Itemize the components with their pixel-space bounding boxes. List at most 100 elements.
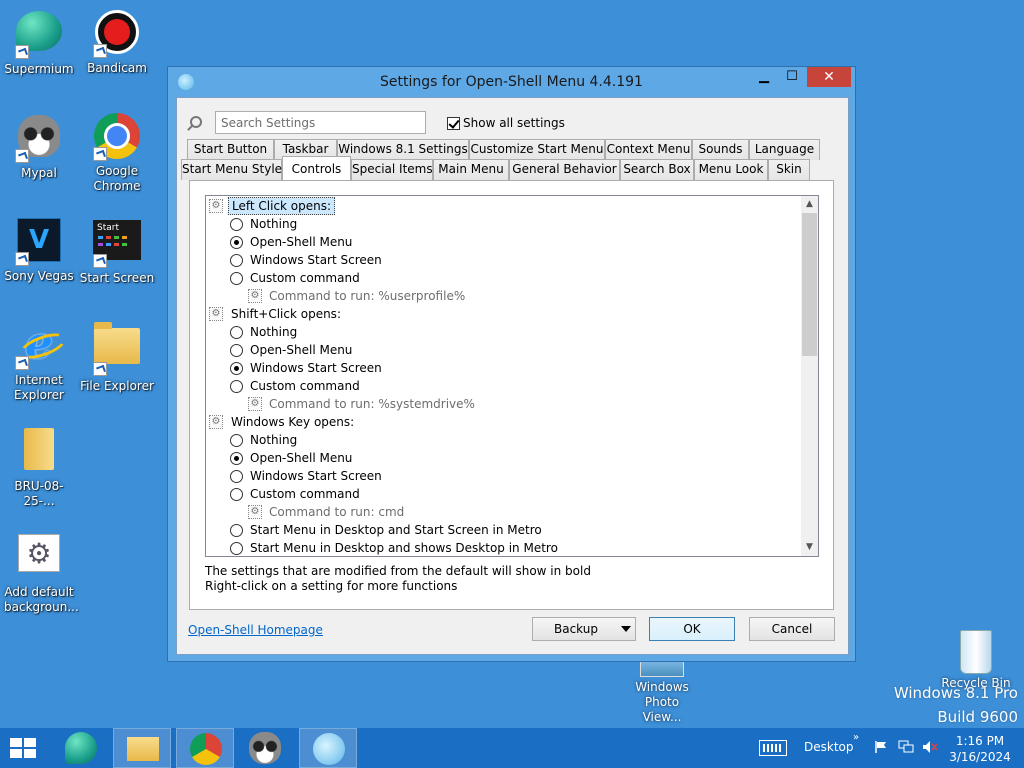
toolbar-overflow-icon[interactable]: » [853,732,859,743]
tab-start-menu-style[interactable]: Start Menu Style [181,159,282,180]
radio-label: Custom command [250,487,360,501]
radio-button-icon[interactable] [230,452,243,465]
desktop-icon-file-explorer[interactable]: File Explorer [78,320,156,394]
desktop-toolbar-label[interactable]: Desktop [804,740,854,754]
radio-button-icon[interactable] [230,488,243,501]
taskbar-file-explorer[interactable] [113,728,171,768]
shortcut-arrow-icon [93,362,107,376]
scroll-down-icon[interactable]: ▼ [801,539,818,556]
mypal-icon [249,732,281,764]
radio-button-icon[interactable] [230,254,243,267]
search-icon [190,116,202,128]
start-button[interactable] [8,738,38,760]
tab-context-menu[interactable]: Context Menu [605,139,692,160]
shortcut-arrow-icon [15,149,29,163]
radio-button-icon[interactable] [230,542,243,555]
desktop-icon-add-default-background[interactable]: ⚙ Add default backgroun... [0,528,79,615]
setting-group-label: Windows Key opens: [231,415,355,429]
desktop-icon-sony-vegas[interactable]: V Sony Vegas [0,216,78,284]
radio-label: Open-Shell Menu [250,235,353,249]
tab-search-box[interactable]: Search Box [620,159,694,180]
scroll-up-icon[interactable]: ▲ [801,196,818,213]
tab-controls[interactable]: Controls [282,156,351,180]
touch-keyboard-icon[interactable] [759,740,787,756]
tab-menu-look[interactable]: Menu Look [694,159,768,180]
desktop-icon-label: Google Chrome [93,164,141,193]
taskbar-supermium[interactable] [52,728,110,768]
desktop-icon-start-screen[interactable]: Start Start Screen [78,216,156,286]
radio-label: Start Menu in Desktop and Start Screen i… [250,523,542,537]
minimize-button[interactable]: ▁ [751,67,777,87]
settings-window: Settings for Open-Shell Menu 4.4.191 ▁ ☐… [167,66,856,662]
desktop-icon-label: Bandicam [87,61,147,75]
radio-button-icon[interactable] [230,470,243,483]
radio-button-icon[interactable] [230,326,243,339]
desktop-icon-label: BRU-08-25-... [14,479,64,508]
taskbar-mypal[interactable] [236,728,294,768]
tab-sounds[interactable]: Sounds [692,139,749,160]
desktop-icon-folder[interactable]: BRU-08-25-... [0,424,78,509]
network-icon[interactable] [898,740,914,754]
show-all-settings-checkbox[interactable]: Show all settings [447,115,565,131]
volume-muted-icon[interactable] [922,740,938,754]
scrollbar-thumb[interactable] [802,213,817,356]
tab-windows-8-1-settings[interactable]: Windows 8.1 Settings [337,139,469,160]
search-settings-input[interactable] [215,111,426,134]
shortcut-arrow-icon [93,147,107,161]
desktop-icon-bandicam[interactable]: Bandicam [78,8,156,76]
action-center-flag-icon[interactable] [874,740,888,754]
tab-customize-start-menu[interactable]: Customize Start Menu [469,139,605,160]
maximize-button[interactable]: ☐ [779,67,805,87]
desktop-icon-chrome[interactable]: Google Chrome [78,112,156,194]
radio-label: Open-Shell Menu [250,451,353,465]
desktop-icon-mypal[interactable]: Mypal [0,112,78,181]
radio-button-icon[interactable] [230,380,243,393]
tab-skin[interactable]: Skin [768,159,810,180]
desktop-icon-supermium[interactable]: Supermium [0,8,78,77]
desktop-icon-label: Windows Photo View... [635,680,689,724]
desktop-icon-label: File Explorer [80,379,154,393]
desktop-icon-recycle-bin[interactable]: Recycle Bin [940,630,1012,691]
tab-start-button[interactable]: Start Button [187,139,274,160]
tab-special-items[interactable]: Special Items [351,159,433,180]
chrome-icon [190,733,222,765]
gear-icon: ⚙ [18,534,60,572]
tab-general-behavior[interactable]: General Behavior [509,159,620,180]
watermark-build: Build 9600 [937,708,1018,726]
tab-language[interactable]: Language [749,139,820,160]
checkbox-icon[interactable] [447,116,460,130]
radio-button-icon[interactable] [230,272,243,285]
taskbar-open-shell[interactable] [299,728,357,768]
desktop-icon-label: Mypal [21,166,57,180]
taskbar-clock[interactable]: 1:16 PM 3/16/2024 [948,733,1012,765]
desktop-icon-photo-viewer[interactable]: Windows Photo View... [622,655,702,725]
cancel-button[interactable]: Cancel [749,617,835,641]
close-button[interactable]: ✕ [807,67,851,87]
taskbar-chrome[interactable] [176,728,234,768]
desktop-icon-label: Add default backgroun... [4,585,79,614]
setting-gear-icon: ⚙ [209,199,223,213]
backup-button[interactable]: Backup [532,617,636,641]
desktop-icon-label: Sony Vegas [4,269,74,283]
radio-label: Nothing [250,433,298,447]
desktop-icon-internet-explorer[interactable]: e Internet Explorer [0,320,78,403]
dropdown-arrow-icon[interactable] [621,626,631,632]
radio-button-icon[interactable] [230,362,243,375]
radio-label: Windows Start Screen [250,253,382,267]
shortcut-arrow-icon [15,45,29,59]
radio-button-icon[interactable] [230,434,243,447]
shortcut-arrow-icon [15,356,29,370]
ok-button[interactable]: OK [649,617,735,641]
settings-tree[interactable]: ⚙ Left Click opens: Nothing Open-Shell M… [205,195,819,557]
backup-label: Backup [554,622,598,636]
radio-label: Open-Shell Menu [250,343,353,357]
open-shell-homepage-link[interactable]: Open-Shell Homepage [188,623,323,637]
radio-button-icon[interactable] [230,524,243,537]
radio-button-icon[interactable] [230,344,243,357]
radio-button-icon[interactable] [230,236,243,249]
vertical-scrollbar[interactable]: ▲ ▼ [801,196,818,556]
radio-button-icon[interactable] [230,218,243,231]
start-tile-text: Start [97,223,119,233]
tab-main-menu[interactable]: Main Menu [433,159,509,180]
title-bar[interactable]: Settings for Open-Shell Menu 4.4.191 ▁ ☐… [168,67,855,97]
